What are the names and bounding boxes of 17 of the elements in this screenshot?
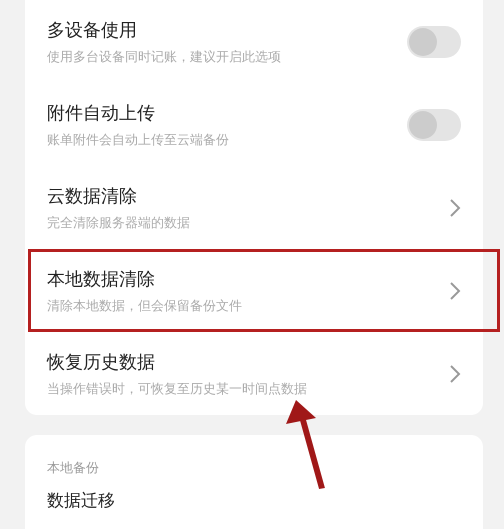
setting-title: 多设备使用 xyxy=(47,18,138,42)
chevron-right-icon[interactable] xyxy=(449,280,461,300)
setting-title: 本地数据清除 xyxy=(47,268,156,290)
chevron-right-icon[interactable] xyxy=(449,198,461,218)
setting-description: 账单附件会自动上传至云端备份 xyxy=(47,132,230,148)
setting-title: 附件自动上传 xyxy=(47,102,156,124)
setting-description: 清除本地数据，但会保留备份文件 xyxy=(47,298,243,314)
setting-description: 当操作错误时，可恢复至历史某一时间点数据 xyxy=(47,380,308,398)
setting-title: 云数据清除 xyxy=(47,184,138,208)
toggle-switch[interactable] xyxy=(407,26,461,58)
section-header: 本地备份 xyxy=(46,460,100,477)
setting-title: 数据迁移 xyxy=(46,490,116,512)
setting-title: 恢复历史数据 xyxy=(47,350,156,374)
setting-description: 使用多台设备同时记账，建议开启此选项 xyxy=(47,48,282,66)
toggle-switch[interactable] xyxy=(407,108,461,140)
setting-description: 完全清除服务器端的数据 xyxy=(47,214,191,232)
chevron-right-icon[interactable] xyxy=(449,364,461,384)
